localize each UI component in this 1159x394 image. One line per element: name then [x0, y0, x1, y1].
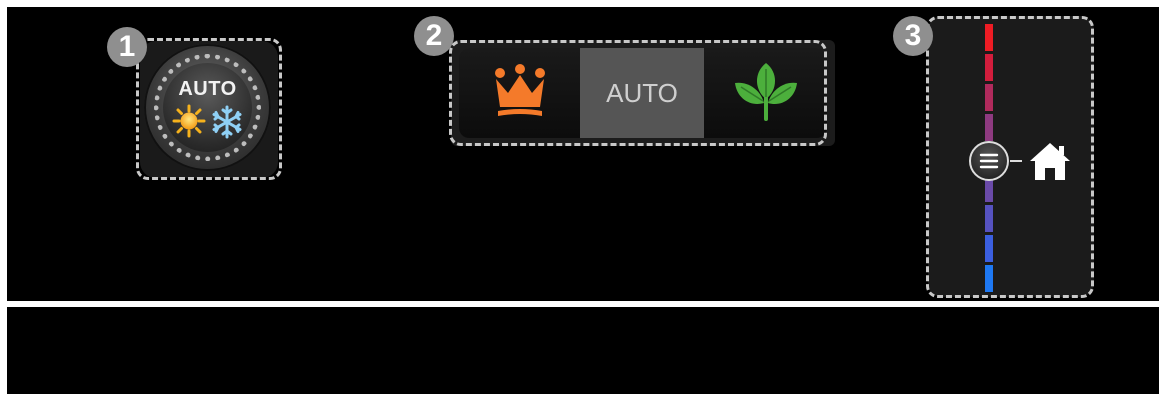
knob-highlight-frame	[136, 38, 282, 180]
caption-panel	[7, 307, 1159, 394]
divider	[7, 301, 1159, 305]
callout-1: 1	[107, 27, 147, 67]
callout-2: 2	[414, 16, 454, 56]
mode-selector-highlight-frame	[449, 40, 827, 146]
temperature-slider-highlight-frame	[926, 16, 1094, 298]
callout-3: 3	[893, 16, 933, 56]
